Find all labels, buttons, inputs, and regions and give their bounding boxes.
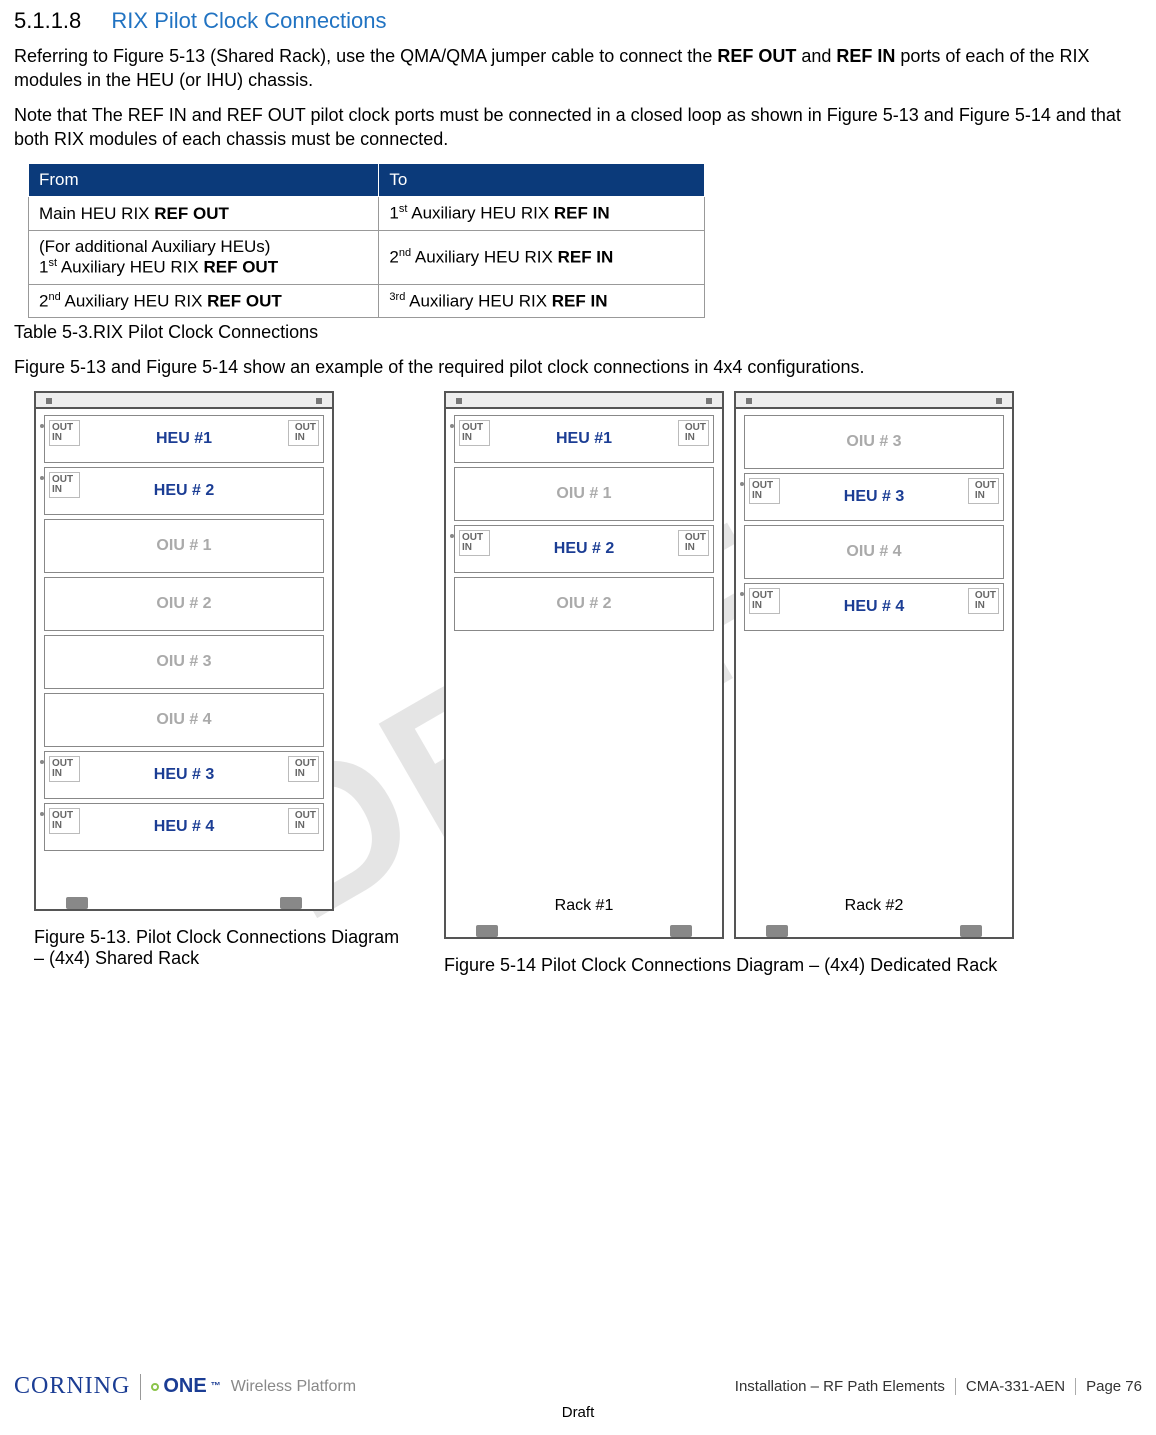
heu-slot: HEU # 2 OUTIN OUTIN: [454, 525, 714, 573]
port-left: OUTIN: [459, 530, 490, 556]
footer-draft: Draft: [14, 1404, 1142, 1421]
paragraph-3: Figure 5-13 and Figure 5-14 show an exam…: [14, 355, 1142, 379]
slot-label: OIU # 1: [556, 485, 611, 503]
figure-caption-14: Figure 5-14 Pilot Clock Connections Diag…: [444, 955, 1014, 976]
port-right: OUTIN: [288, 420, 319, 446]
heu-slot: HEU #1 OUTIN OUTIN: [454, 415, 714, 463]
brand-corning: CORNING: [14, 1373, 130, 1400]
table-row: (For additional Auxiliary HEUs) 1st Auxi…: [29, 230, 705, 284]
rack-body: OIU # 3 HEU # 3 OUTIN OUTIN OIU # 4 HEU # 4 OU…: [736, 409, 1012, 889]
oiu-slot: OIU # 1: [454, 467, 714, 521]
slot-label: OIU # 1: [156, 537, 211, 555]
heu-slot: HEU #1 OUTIN OUTIN: [44, 415, 324, 463]
oiu-slot: OIU # 3: [44, 635, 324, 689]
slot-label: OIU # 4: [846, 543, 901, 561]
rack-feet: [446, 917, 722, 937]
rack-top: [36, 393, 332, 409]
slot-label: HEU # 3: [844, 488, 904, 506]
slot-label: OIU # 2: [156, 595, 211, 613]
rack-feet: [36, 889, 332, 909]
port-left: OUTIN: [749, 478, 780, 504]
heu-slot: HEU # 4 OUTIN OUTIN: [44, 803, 324, 851]
port-left: OUTIN: [49, 756, 80, 782]
page-footer: CORNING ONE™ Wireless Platform Installat…: [0, 1362, 1156, 1435]
heu-slot: HEU # 2 OUTIN: [44, 467, 324, 515]
slot-label: HEU #1: [556, 430, 612, 448]
slot-label: HEU # 4: [844, 598, 904, 616]
footer-page-number: Page 76: [1075, 1378, 1142, 1395]
slot-label: OIU # 3: [846, 433, 901, 451]
th-to: To: [379, 164, 704, 197]
oiu-slot: OIU # 2: [454, 577, 714, 631]
brand-divider: [140, 1374, 141, 1400]
rack-label-2: Rack #2: [736, 889, 1012, 917]
slot-label: OIU # 3: [156, 653, 211, 671]
rack-body: HEU #1 OUTIN OUTIN HEU # 2 OUTIN OIU # 1 OIU #…: [36, 409, 332, 889]
brand-dot-icon: [151, 1383, 159, 1391]
heu-slot: HEU # 3 OUTIN OUTIN: [744, 473, 1004, 521]
heu-slot: HEU # 3 OUTIN OUTIN: [44, 751, 324, 799]
slot-label: HEU # 2: [154, 482, 214, 500]
brand-wireless-platform: Wireless Platform: [231, 1378, 356, 1396]
brand-one: ONE™: [151, 1375, 220, 1398]
port-right: OUTIN: [678, 530, 709, 556]
table-row: Main HEU RIX REF OUT 1st Auxiliary HEU R…: [29, 197, 705, 231]
figure-5-13: HEU #1 OUTIN OUTIN HEU # 2 OUTIN OIU # 1 OIU #…: [34, 391, 414, 976]
connections-table: From To Main HEU RIX REF OUT 1st Auxilia…: [28, 163, 705, 318]
rack-feet: [736, 917, 1012, 937]
port-left: OUTIN: [459, 420, 490, 446]
slot-label: HEU # 4: [154, 818, 214, 836]
table-caption: Table 5-3.RIX Pilot Clock Connections: [14, 322, 1142, 343]
oiu-slot: OIU # 3: [744, 415, 1004, 469]
figure-caption-13: Figure 5-13. Pilot Clock Connections Dia…: [34, 927, 414, 969]
port-left: OUTIN: [749, 588, 780, 614]
rack-top: [446, 393, 722, 409]
paragraph-1: Referring to Figure 5-13 (Shared Rack), …: [14, 44, 1142, 93]
slot-label: HEU # 3: [154, 766, 214, 784]
th-from: From: [29, 164, 379, 197]
port-right: OUTIN: [288, 756, 319, 782]
figure-5-14: HEU #1 OUTIN OUTIN OIU # 1 HEU # 2 OUTIN OUTIN…: [444, 391, 1014, 976]
port-right: OUTIN: [288, 808, 319, 834]
slot-label: OIU # 2: [556, 595, 611, 613]
rack-body: HEU #1 OUTIN OUTIN OIU # 1 HEU # 2 OUTIN OUTIN…: [446, 409, 722, 889]
table-row: 2nd Auxiliary HEU RIX REF OUT 3rd Auxili…: [29, 284, 705, 318]
port-right: OUTIN: [678, 420, 709, 446]
port-left: OUTIN: [49, 472, 80, 498]
heu-slot: HEU # 4 OUTIN OUTIN: [744, 583, 1004, 631]
oiu-slot: OIU # 4: [44, 693, 324, 747]
footer-doc-id: CMA-331-AEN: [955, 1378, 1065, 1395]
oiu-slot: OIU # 1: [44, 519, 324, 573]
footer-right: Installation – RF Path Elements CMA-331-…: [735, 1378, 1142, 1395]
section-heading: 5.1.1.8 RIX Pilot Clock Connections: [14, 8, 1142, 34]
port-left: OUTIN: [49, 420, 80, 446]
section-title: RIX Pilot Clock Connections: [111, 8, 386, 33]
slot-label: OIU # 4: [156, 711, 211, 729]
brand-logo: CORNING ONE™ Wireless Platform: [14, 1373, 356, 1400]
port-left: OUTIN: [49, 808, 80, 834]
oiu-slot: OIU # 4: [744, 525, 1004, 579]
port-right: OUTIN: [968, 588, 999, 614]
paragraph-2: Note that The REF IN and REF OUT pilot c…: [14, 103, 1142, 152]
footer-installation: Installation – RF Path Elements: [735, 1378, 945, 1395]
section-number: 5.1.1.8: [14, 8, 81, 33]
oiu-slot: OIU # 2: [44, 577, 324, 631]
port-right: OUTIN: [968, 478, 999, 504]
slot-label: HEU # 2: [554, 540, 614, 558]
rack-label-1: Rack #1: [446, 889, 722, 917]
rack-top: [736, 393, 1012, 409]
slot-label: HEU #1: [156, 430, 212, 448]
